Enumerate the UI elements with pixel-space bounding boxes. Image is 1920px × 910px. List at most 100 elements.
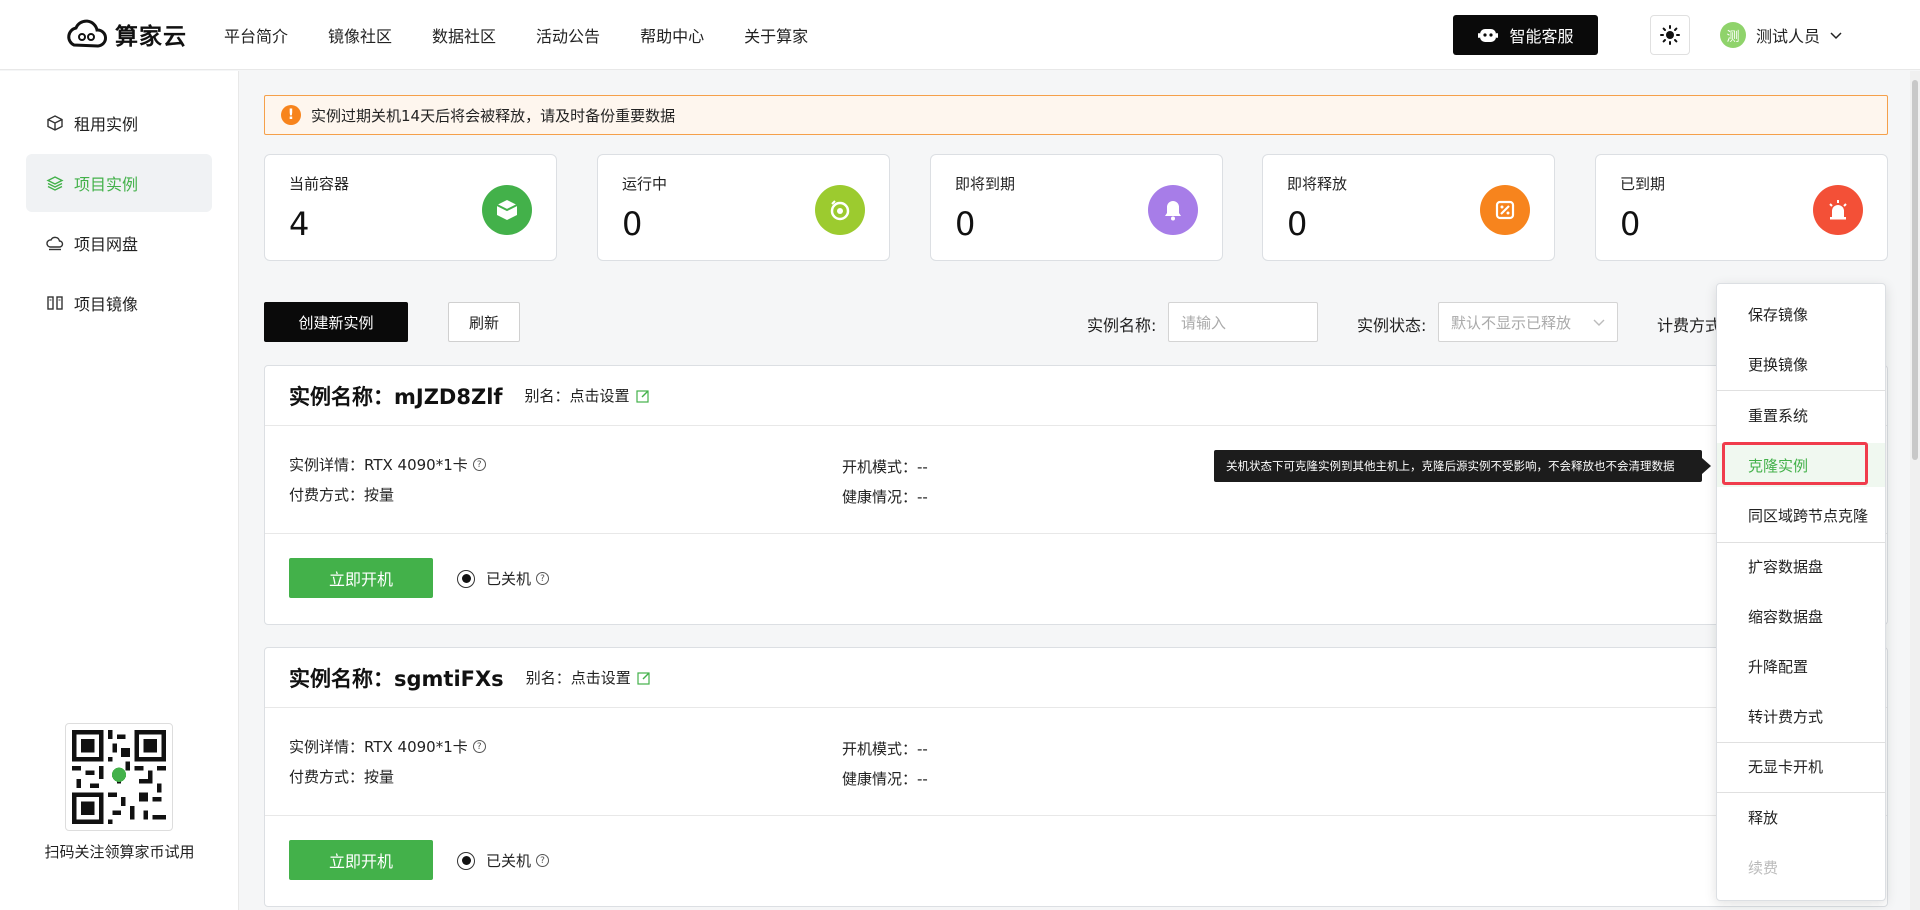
menu-item-cross-node-clone[interactable]: 同区域跨节点克隆 bbox=[1717, 493, 1885, 537]
robot-icon bbox=[1478, 29, 1499, 42]
edit-icon bbox=[635, 389, 649, 403]
refresh-button[interactable]: 刷新 bbox=[448, 302, 520, 342]
avatar: 测 bbox=[1720, 22, 1746, 48]
instance-details: 实例详情： RTX 4090*1卡 ? 付费方式： 按量 开机模式： -- 健康… bbox=[265, 708, 1887, 816]
instance-card: 实例名称：mJZD8Zlf 别名：点击设置 实例详情： RTX 4090*1卡 … bbox=[264, 365, 1888, 625]
start-now-button[interactable]: 立即开机 bbox=[289, 558, 433, 598]
pay-value: 按量 bbox=[364, 486, 395, 504]
release-icon bbox=[1480, 185, 1530, 235]
stat-value: 0 bbox=[1287, 205, 1308, 243]
nav-item-announcements[interactable]: 活动公告 bbox=[536, 23, 600, 47]
warning-icon: ! bbox=[281, 105, 301, 125]
stat-label: 即将释放 bbox=[1287, 175, 1348, 193]
health-row: 健康情况： -- bbox=[842, 768, 928, 789]
status-text: 已关机 bbox=[486, 570, 532, 588]
boot-value: -- bbox=[917, 739, 928, 758]
menu-item-change-billing[interactable]: 转计费方式 bbox=[1717, 694, 1885, 738]
health-label: 健康情况： bbox=[842, 488, 918, 506]
pay-value: 按量 bbox=[364, 768, 395, 786]
instance-card-footer: 立即开机 已关机 ? bbox=[265, 816, 1887, 906]
power-status: 已关机 ? bbox=[457, 568, 550, 589]
nav-item-data-community[interactable]: 数据社区 bbox=[432, 23, 496, 47]
stat-label: 已到期 bbox=[1620, 175, 1666, 193]
stat-label: 即将到期 bbox=[955, 175, 1016, 193]
running-timer-icon bbox=[815, 185, 865, 235]
menu-item-save-image[interactable]: 保存镜像 bbox=[1717, 292, 1885, 336]
top-header: 算家云 平台简介 镜像社区 数据社区 活动公告 帮助中心 关于算家 智能客服 测… bbox=[0, 0, 1920, 70]
sidebar-item-label: 项目实例 bbox=[74, 175, 139, 194]
pay-row: 付费方式： 按量 bbox=[289, 766, 394, 787]
menu-item-change-image[interactable]: 更换镜像 bbox=[1717, 342, 1885, 386]
sidebar-item-project-disk[interactable]: 项目网盘 bbox=[26, 214, 212, 272]
help-icon[interactable]: ? bbox=[472, 458, 486, 471]
scrollbar-thumb[interactable] bbox=[1912, 80, 1918, 460]
nav-item-about[interactable]: 关于算家 bbox=[744, 23, 808, 47]
status-radio-icon bbox=[457, 569, 475, 588]
qr-code bbox=[65, 723, 173, 831]
instance-title: 实例名称：sgmtiFXs bbox=[289, 666, 504, 691]
menu-item-change-config[interactable]: 升降配置 bbox=[1717, 644, 1885, 688]
clone-tooltip: 关机状态下可克隆实例到其他主机上，克隆后源实例不受影响，不会释放也不会清理数据 bbox=[1214, 450, 1702, 482]
nav-item-image-community[interactable]: 镜像社区 bbox=[328, 23, 392, 47]
boot-row: 开机模式： -- bbox=[842, 738, 928, 759]
detail-value: RTX 4090*1卡 bbox=[364, 738, 468, 756]
instance-alias[interactable]: 别名：点击设置 bbox=[526, 667, 651, 688]
help-icon[interactable]: ? bbox=[472, 740, 486, 753]
alias-text: 别名：点击设置 bbox=[525, 669, 631, 687]
edit-icon bbox=[637, 671, 650, 685]
stat-value: 4 bbox=[289, 205, 310, 243]
pay-label: 付费方式： bbox=[289, 768, 365, 786]
help-icon[interactable]: ? bbox=[536, 854, 550, 867]
help-icon[interactable]: ? bbox=[536, 572, 550, 585]
pay-row: 付费方式： 按量 bbox=[289, 484, 394, 505]
sidebar-item-rent-instance[interactable]: 租用实例 bbox=[26, 94, 212, 152]
nav-item-intro[interactable]: 平台简介 bbox=[224, 23, 288, 47]
boot-value: -- bbox=[917, 457, 928, 476]
qr-code-icon bbox=[72, 730, 166, 824]
boot-label: 开机模式： bbox=[842, 458, 918, 476]
brand-logo[interactable]: 算家云 bbox=[62, 13, 187, 55]
instance-name-input[interactable]: 请输入 bbox=[1168, 302, 1318, 342]
stat-card-current: 当前容器 4 bbox=[264, 154, 557, 261]
menu-item-boot-without-gpu[interactable]: 无显卡开机 bbox=[1717, 744, 1885, 788]
menu-item-release[interactable]: 释放 bbox=[1717, 795, 1885, 839]
user-menu[interactable]: 测 测试人员 bbox=[1720, 22, 1842, 48]
instance-status-label: 实例状态: bbox=[1357, 316, 1427, 335]
menu-item-reset-system[interactable]: 重置系统 bbox=[1717, 393, 1885, 437]
instance-alias[interactable]: 别名：点击设置 bbox=[525, 385, 650, 406]
theme-toggle-button[interactable] bbox=[1650, 15, 1690, 55]
instance-name-placeholder: 请输入 bbox=[1181, 313, 1227, 332]
menu-divider bbox=[1717, 742, 1885, 743]
sidebar-item-project-instance[interactable]: 项目实例 bbox=[26, 154, 212, 212]
menu-item-expand-disk[interactable]: 扩容数据盘 bbox=[1717, 544, 1885, 588]
menu-item-shrink-disk[interactable]: 缩容数据盘 bbox=[1717, 594, 1885, 638]
health-value: -- bbox=[917, 769, 928, 788]
stat-label: 运行中 bbox=[622, 175, 668, 193]
alarm-icon bbox=[1813, 185, 1863, 235]
start-now-button[interactable]: 立即开机 bbox=[289, 840, 433, 880]
cloud-disk-icon bbox=[46, 236, 64, 251]
nav-item-help[interactable]: 帮助中心 bbox=[640, 23, 704, 47]
instance-title: 实例名称：mJZD8Zlf bbox=[289, 384, 503, 409]
create-instance-button[interactable]: 创建新实例 bbox=[264, 302, 408, 342]
sidebar-item-project-image[interactable]: 项目镜像 bbox=[26, 274, 212, 332]
instance-status-placeholder: 默认不显示已释放 bbox=[1451, 313, 1572, 332]
menu-item-clone-instance[interactable]: 克隆实例 bbox=[1717, 443, 1885, 487]
smart-service-button[interactable]: 智能客服 bbox=[1453, 15, 1598, 55]
health-row: 健康情况： -- bbox=[842, 486, 928, 507]
smart-service-label: 智能客服 bbox=[1509, 27, 1574, 46]
stat-card-running: 运行中 0 bbox=[597, 154, 890, 261]
status-text: 已关机 bbox=[486, 852, 532, 870]
sun-icon bbox=[1660, 25, 1680, 45]
menu-divider bbox=[1717, 792, 1885, 793]
user-name: 测试人员 bbox=[1756, 27, 1821, 46]
stat-card-expiring: 即将到期 0 bbox=[930, 154, 1223, 261]
instance-status-select[interactable]: 默认不显示已释放 bbox=[1438, 302, 1618, 342]
chevron-down-icon bbox=[1830, 32, 1842, 40]
qr-caption: 扫码关注领算家币试用 bbox=[44, 843, 195, 861]
menu-divider bbox=[1717, 390, 1885, 391]
stat-label: 当前容器 bbox=[289, 175, 350, 193]
chevron-down-icon bbox=[1593, 319, 1605, 326]
stat-value: 0 bbox=[1620, 205, 1641, 243]
detail-value: RTX 4090*1卡 bbox=[364, 456, 468, 474]
